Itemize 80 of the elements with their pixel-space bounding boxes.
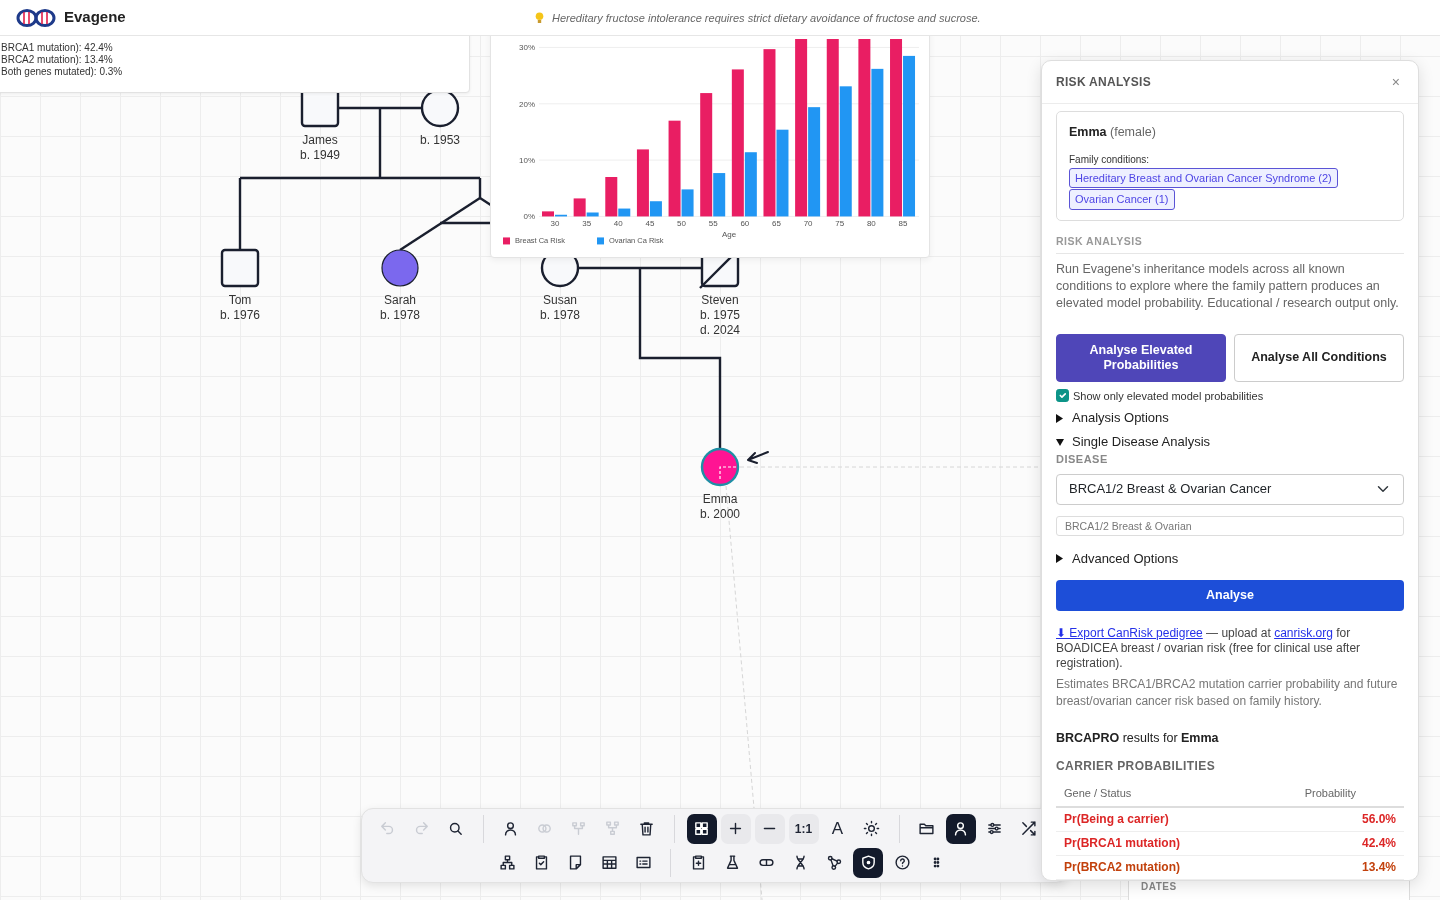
result-line: BRCA2 mutation): 13.4% [1,54,114,66]
table-cell: 42.4% [1247,831,1404,856]
analyse-button[interactable]: Analyse [1056,579,1404,611]
description-text: Estimates BRCA1/BRCA2 mutation carrier probability and future breast/ovarian cancer risk based on family history. [1056,675,1399,710]
axis-tick-label: 45 [645,219,655,228]
logo-icon [16,7,56,28]
axis-tick-label: 50 [677,219,686,228]
section-toggle[interactable]: Analysis Options [1056,409,1169,427]
filter-checkbox[interactable] [1056,389,1069,403]
axis-tick-label: 85 [898,219,908,228]
table-cell: Pr(BRCA2 mutation) [1056,855,1248,880]
person-label: d. 2024 [700,323,740,337]
description-text: Run Evagene's inheritance models across all known conditions to explore where the family pattern produces an elevated model probability. Educational / research output only. [1056,260,1400,312]
section-toggle[interactable]: Single Disease Analysis [1056,433,1211,451]
axis-tick-label: 0% [523,212,535,221]
conditions-label: Family conditions: [1069,152,1151,167]
axis-tick-label: 30% [519,43,535,52]
canrisk-link[interactable]: canrisk.org [1274,625,1333,640]
condition-tag[interactable]: Ovarian Cancer (1) [1069,189,1175,210]
person-label: b. 1976 [220,308,260,322]
lightbulb-icon [535,12,544,25]
section-toggle[interactable]: Advanced Options [1056,549,1179,568]
axis-tick-label: 35 [582,219,592,228]
axis-tick-label: 75 [835,219,845,228]
person-label: Emma [702,492,738,506]
table-cell: 13.4% [1247,855,1404,880]
legend-swatch [503,237,510,244]
legend-swatch [597,237,604,244]
column-header: Gene / Status [1056,781,1248,807]
close-button[interactable]: × [1387,71,1404,93]
shield-button[interactable] [853,847,883,878]
table-cell: 56.0% [1247,806,1404,832]
person-label: b. 1975 [700,308,740,322]
axis-label: Age [721,230,737,239]
axis-tick-label: 10% [519,155,535,165]
results-title: BRCAPRO results for Emma [1056,729,1220,747]
person-label: Steven [701,293,739,307]
axis-tick-label: 20% [519,99,535,109]
analysis-button[interactable]: Analyse All Conditions [1234,333,1404,382]
plus-button[interactable] [720,813,751,844]
model-field[interactable]: BRCA1/2 Breast & Ovarian [1056,515,1404,536]
person-label: Sarah [384,293,416,307]
toolbar-button[interactable]: A [822,813,853,844]
tip-text: Hereditary fructose intolerance requires strict dietary avoidance of fructose and sucrose. [552,11,981,26]
toolbar-button[interactable]: 1:1 [788,813,819,844]
section-heading: CARRIER PROBABILITIES [1056,758,1217,776]
panel-title: RISK ANALYSIS [1056,74,1152,91]
person-button[interactable] [945,813,976,844]
axis-tick-label: 40 [613,219,623,228]
analysis-button[interactable]: Analyse Elevated Probabilities [1056,333,1226,382]
person-label: b. 1978 [380,308,420,322]
person-label: b. 1978 [540,308,580,322]
column-header: Probability [1247,781,1404,807]
axis-tick-label: 30 [550,219,560,228]
axis-tick-label: 60 [740,219,750,228]
field-label: DISEASE [1056,452,1109,467]
person-label: b. 2000 [700,507,740,521]
person-label: b. 1953 [420,133,460,147]
table-cell: Pr(BRCA1 mutation) [1056,831,1248,856]
export-link[interactable]: ⬇ Export CanRisk pedigree [1056,625,1203,640]
person-label: James [302,133,338,147]
export-note: ⬇ Export CanRisk pedigree — upload at canrisk.org for BOADICEA breast / ovarian risk (free for clinical use after registration). [1056,625,1362,671]
axis-tick-label: 65 [772,219,781,228]
person-label: Susan [543,293,577,307]
table-cell: Pr(Being a carrier) [1056,806,1248,832]
person-label: Tom [228,293,252,307]
condition-tag[interactable]: Hereditary Breast and Ovarian Cancer Syndrome (2) [1069,167,1338,189]
section-heading: DATES [1141,881,1177,892]
grid-button[interactable] [686,813,717,844]
section-heading: RISK ANALYSIS [1056,233,1404,254]
axis-tick-label: 80 [866,219,876,228]
axis-tick-label: 70 [803,219,813,228]
result-line: BRCA1 mutation): 42.4% [1,42,114,54]
app-name: Evagene [64,7,126,28]
checkbox-label: Show only elevated model probabilities [1073,388,1264,404]
result-line: Both genes mutated): 0.3% [1,66,124,78]
person-summary: Emma (female) [1069,124,1157,141]
axis-tick-label: 55 [708,219,718,228]
disease-select[interactable]: BRCA1/2 Breast & Ovarian Cancer [1056,473,1404,505]
person-label: b. 1949 [300,148,340,162]
